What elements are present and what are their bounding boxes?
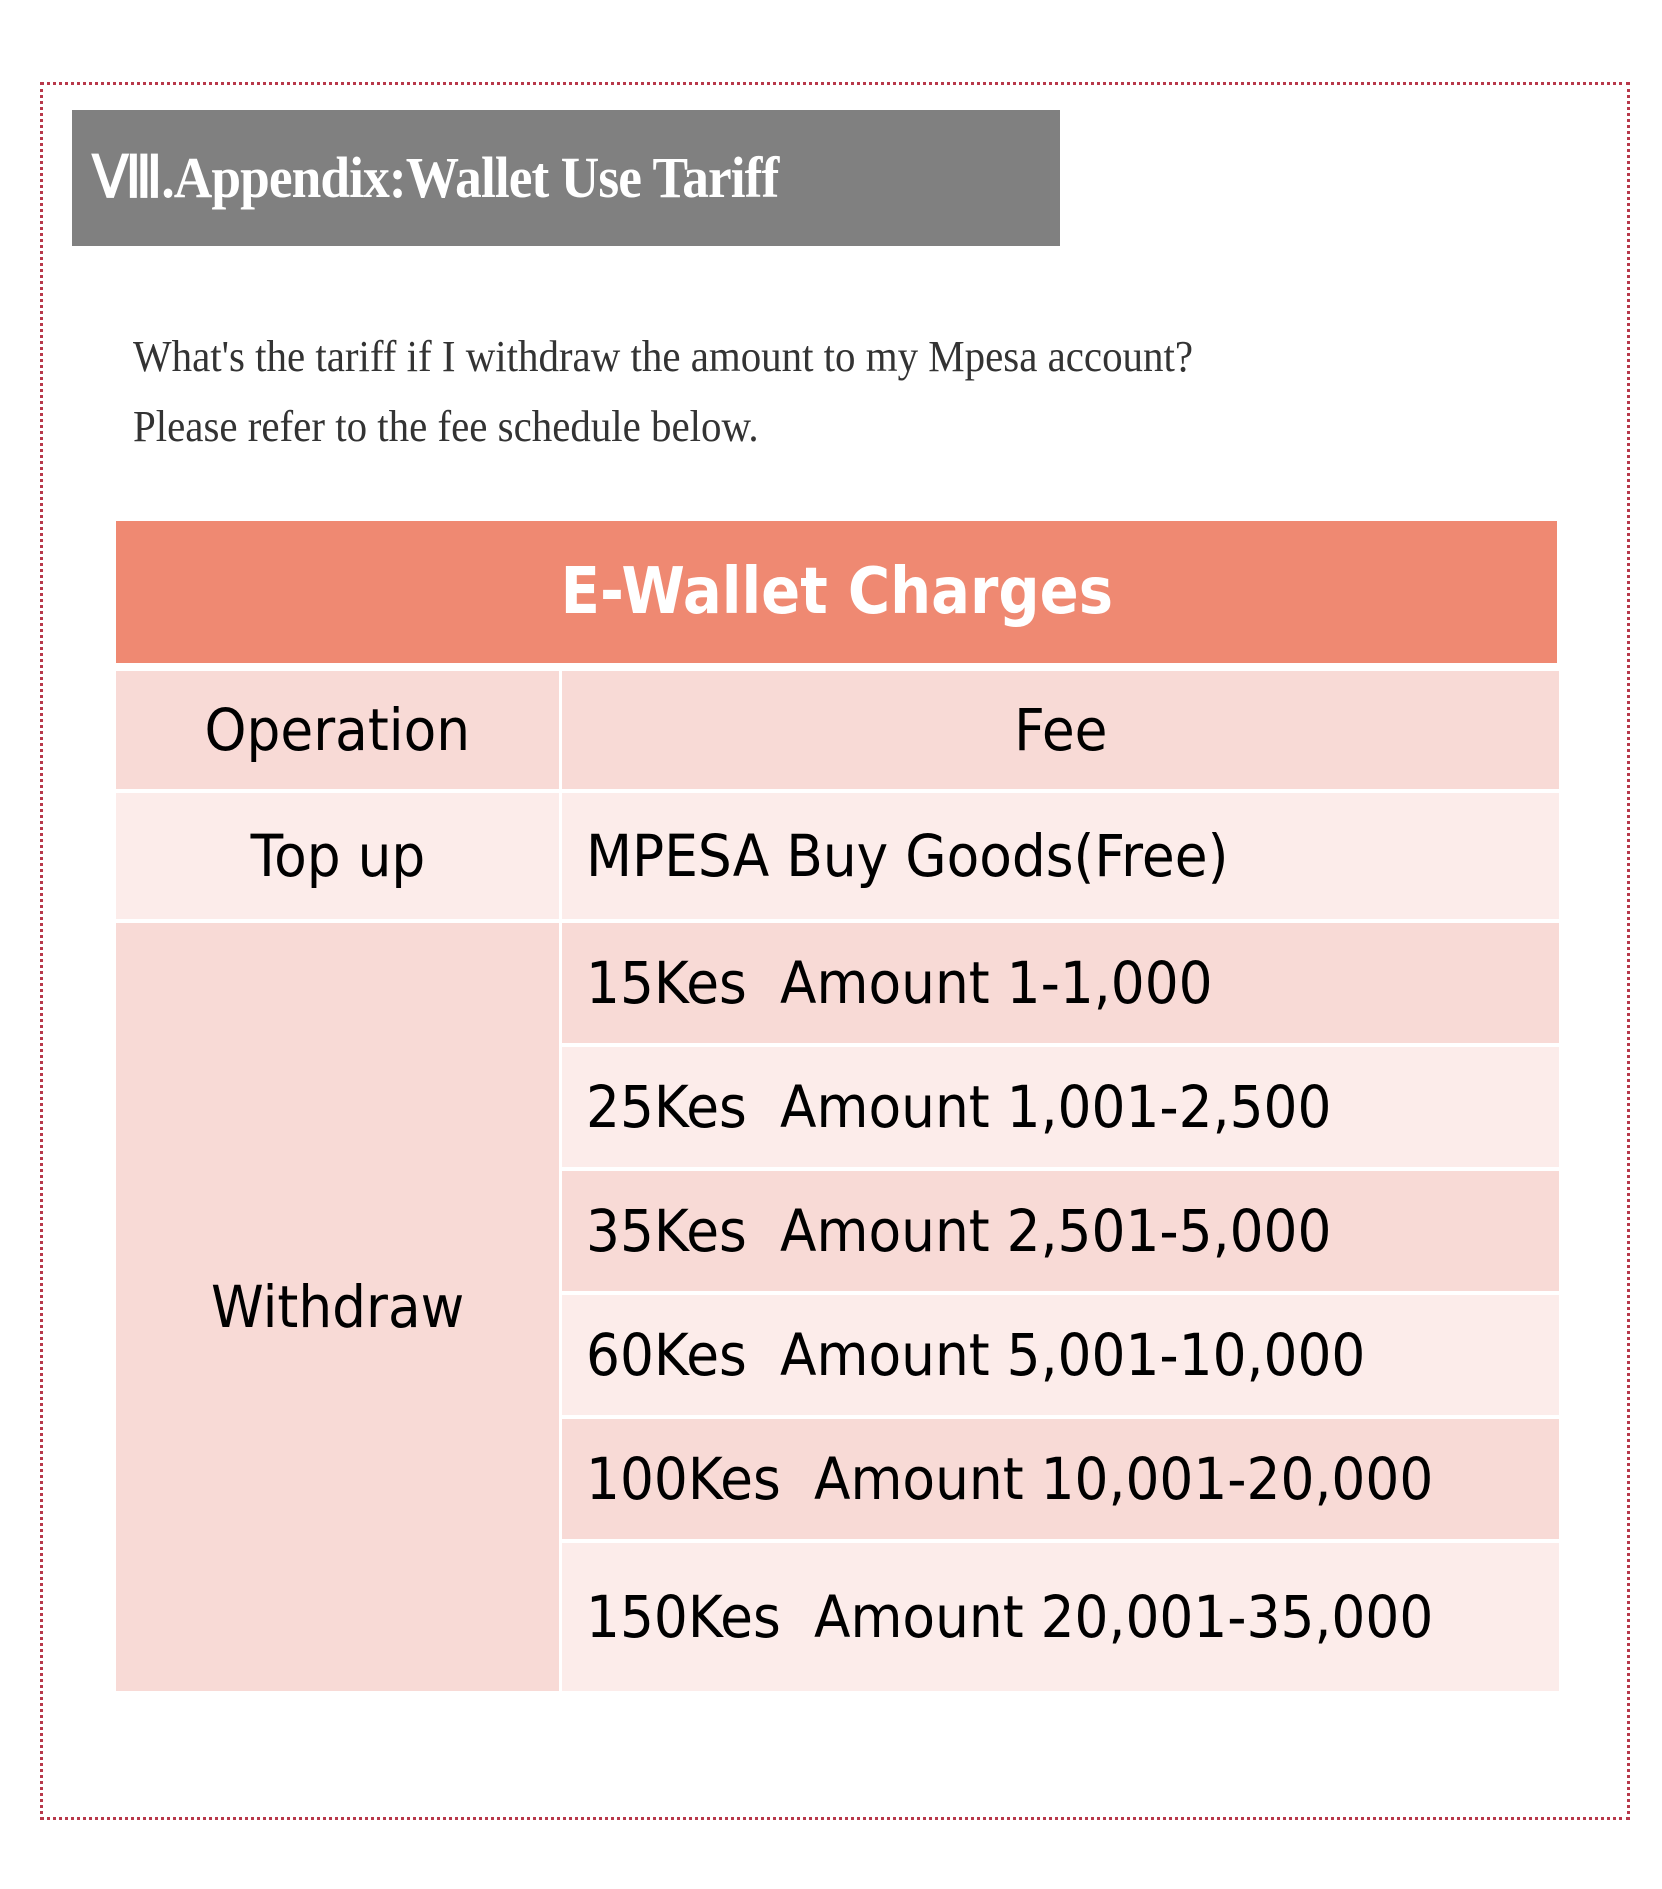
tier-fee: 35Kes [586,1197,747,1265]
intro-line-2: Please refer to the fee schedule below. [133,402,759,451]
tier-fee: 150Kes [586,1583,781,1651]
tier-fee: 25Kes [586,1073,747,1141]
withdraw-operation: Withdraw [116,923,559,1691]
table-title-text: E-Wallet Charges [560,555,1113,629]
table-title: E-Wallet Charges [116,521,1557,663]
table-row: 35Kes Amount 2,501-5,000 [562,1171,1559,1291]
table-row: 100Kes Amount 10,001-20,000 [562,1419,1559,1539]
section-heading-text: Ⅷ.Appendix:Wallet Use Tariff [92,145,779,210]
header-fee-text: Fee [1013,696,1108,764]
header-operation: Operation [116,671,559,789]
e-wallet-charges-table: E-Wallet Charges Operation Fee Top up MP… [116,521,1559,1691]
tier-range: Amount 5,001-10,000 [779,1321,1366,1389]
table-row: 15Kes Amount 1-1,000 [562,923,1559,1043]
tier-range: Amount 20,001-35,000 [813,1583,1434,1651]
tier-range: Amount 1,001-2,500 [779,1073,1332,1141]
tier-range: Amount 10,001-20,000 [813,1445,1434,1513]
tier-range: Amount 2,501-5,000 [779,1197,1332,1265]
header-fee: Fee [562,671,1559,789]
tier-fee: 15Kes [586,949,747,1017]
table-row: 25Kes Amount 1,001-2,500 [562,1047,1559,1167]
topup-fee-text: MPESA Buy Goods(Free) [586,822,1229,890]
tier-range: Amount 1-1,000 [779,949,1213,1017]
intro-text: What's the tariff if I withdraw the amou… [133,322,1273,462]
section-heading: Ⅷ.Appendix:Wallet Use Tariff [72,110,1060,246]
tier-fee: 60Kes [586,1321,747,1389]
header-operation-text: Operation [204,696,471,764]
withdraw-operation-text: Withdraw [210,1273,465,1341]
tier-fee: 100Kes [586,1445,781,1513]
table-row: 60Kes Amount 5,001-10,000 [562,1295,1559,1415]
intro-line-1: What's the tariff if I withdraw the amou… [133,332,1193,381]
topup-operation-text: Top up [250,822,425,890]
topup-fee: MPESA Buy Goods(Free) [562,793,1559,919]
topup-operation: Top up [116,793,559,919]
table-row: 150Kes Amount 20,001-35,000 [562,1543,1559,1691]
